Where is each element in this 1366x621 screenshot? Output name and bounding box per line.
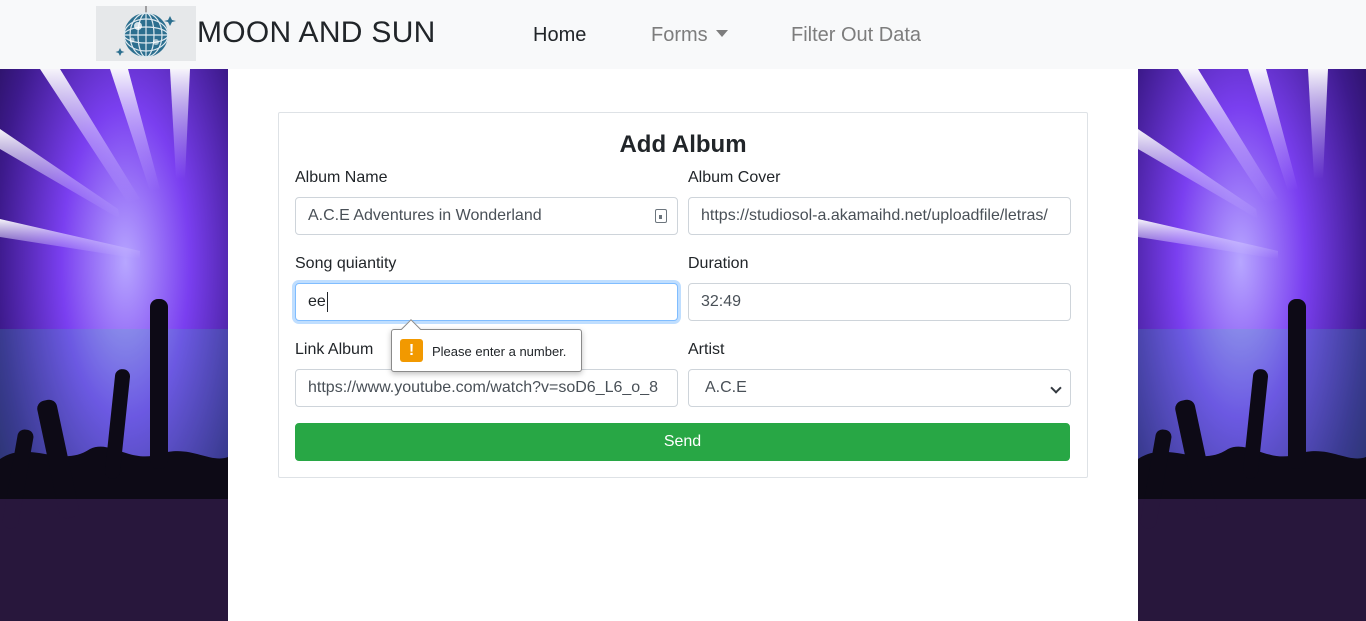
form-title: Add Album xyxy=(619,131,747,158)
disco-ball-icon xyxy=(96,6,196,61)
artist-selected-value: A.C.E xyxy=(705,379,747,396)
link-album-value: https://www.youtube.com/watch?v=soD6_L6_… xyxy=(308,379,658,396)
song-quantity-label: Song quiantity xyxy=(295,255,397,272)
caret-down-icon xyxy=(715,30,728,37)
duration-label: Duration xyxy=(688,255,749,272)
add-album-form: Add Album Album Name A.C.E Adventures in… xyxy=(278,112,1088,478)
link-album-input[interactable]: https://www.youtube.com/watch?v=soD6_L6_… xyxy=(295,369,678,407)
artist-label: Artist xyxy=(688,341,725,358)
concert-image-left xyxy=(0,69,228,621)
album-name-label: Album Name xyxy=(295,169,388,186)
chevron-down-icon xyxy=(1050,382,1062,394)
duration-value: 32:49 xyxy=(701,293,742,310)
warning-icon: ! xyxy=(400,339,423,362)
album-cover-input[interactable]: https://studiosol-a.akamaihd.net/uploadf… xyxy=(688,197,1071,235)
artist-select[interactable]: A.C.E xyxy=(688,369,1071,407)
brand-name[interactable]: MOON AND SUN xyxy=(197,16,436,50)
text-cursor xyxy=(326,292,328,312)
album-name-value: A.C.E Adventures in Wonderland xyxy=(308,207,542,224)
validation-message: Please enter a number. xyxy=(432,344,567,359)
brand-logo[interactable] xyxy=(96,6,196,61)
navbar: MOON AND SUN Home Forms Filter Out Data xyxy=(0,0,1366,69)
nav-forms-label: Forms xyxy=(651,24,708,46)
album-name-input[interactable]: A.C.E Adventures in Wonderland xyxy=(295,197,678,235)
duration-input[interactable]: 32:49 xyxy=(688,283,1071,321)
album-cover-label: Album Cover xyxy=(688,169,781,186)
send-button[interactable]: Send xyxy=(295,423,1070,461)
concert-image-right xyxy=(1138,69,1366,621)
album-cover-value: https://studiosol-a.akamaihd.net/uploadf… xyxy=(701,207,1048,224)
nav-forms-dropdown[interactable]: Forms xyxy=(651,24,728,47)
link-album-label: Link Album xyxy=(295,341,374,358)
autofill-icon[interactable] xyxy=(655,209,667,223)
song-quantity-value: ee xyxy=(308,293,326,310)
main-content: Add Album Album Name A.C.E Adventures in… xyxy=(228,69,1138,621)
song-quantity-input[interactable]: ee xyxy=(295,283,678,321)
nav-filter-out-data[interactable]: Filter Out Data xyxy=(791,24,921,47)
validation-tooltip: ! Please enter a number. xyxy=(391,319,582,372)
nav-home[interactable]: Home xyxy=(533,24,586,47)
